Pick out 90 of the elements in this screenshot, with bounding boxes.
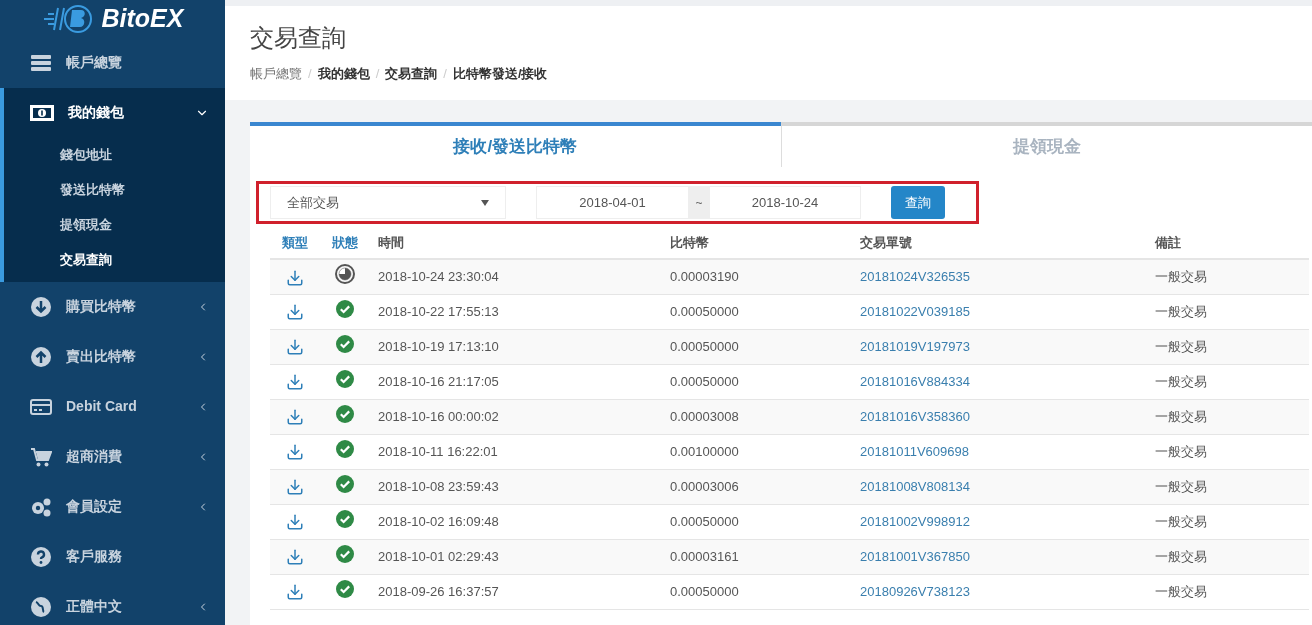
sidebar-item[interactable]: 賣出比特幣 xyxy=(4,331,225,382)
breadcrumb-link[interactable]: 交易查詢 xyxy=(385,64,438,84)
transaction-link[interactable]: 20181008V808134 xyxy=(860,478,970,494)
table-cell: 0.00050000 xyxy=(670,294,860,329)
download-icon xyxy=(286,303,304,322)
transaction-link[interactable]: 20181019V197973 xyxy=(860,338,970,354)
transaction-link[interactable]: 20181016V884334 xyxy=(860,373,970,389)
breadcrumb-link[interactable]: 我的錢包 xyxy=(317,64,370,84)
table-cell: 0.00050000 xyxy=(670,504,860,539)
column-header: 時間 xyxy=(370,228,670,259)
page-title: 交易查詢 xyxy=(250,26,347,50)
table-cell: 0.00050000 xyxy=(670,364,860,399)
breadcrumb-link[interactable]: 帳戶總覽 xyxy=(250,64,302,84)
sidebar-item[interactable]: 會員設定 xyxy=(4,481,225,532)
submenu-item[interactable]: 提領現金 xyxy=(4,207,225,243)
download-icon xyxy=(286,583,304,602)
table-cell: 0.00003006 xyxy=(670,469,860,504)
column-header: 類型 xyxy=(270,228,320,259)
transaction-link[interactable]: 20181022V039185 xyxy=(860,303,970,319)
start-date-field[interactable]: 2018-04-01 xyxy=(536,186,689,219)
table-cell: 一般交易 xyxy=(1155,259,1309,294)
breadcrumb-separator: / xyxy=(442,65,448,83)
submenu-item[interactable]: 交易查詢 xyxy=(4,242,225,278)
column-header: 備註 xyxy=(1155,228,1309,259)
table-cell: 一般交易 xyxy=(1155,504,1309,539)
column-header: 比特幣 xyxy=(670,228,860,259)
search-button[interactable]: 查詢 xyxy=(891,186,945,219)
submenu-item[interactable]: 發送比特幣 xyxy=(4,172,225,208)
transaction-link[interactable]: 20181002V998912 xyxy=(860,513,970,529)
sidebar-item[interactable]: 超商消費 xyxy=(4,431,225,482)
help-icon xyxy=(30,545,52,568)
table-cell: 0.00050000 xyxy=(670,329,860,364)
table-cell: 2018-10-16 21:17:05 xyxy=(370,364,670,399)
table-cell: 一般交易 xyxy=(1155,329,1309,364)
table-cell: 一般交易 xyxy=(1155,434,1309,469)
arrow-up-circle-icon xyxy=(30,345,52,368)
table-cell: 一般交易 xyxy=(1155,539,1309,574)
table-cell: 一般交易 xyxy=(1155,469,1309,504)
breadcrumb-link[interactable]: 比特幣發送/接收 xyxy=(452,64,548,84)
table-cell: 2018-10-11 16:22:01 xyxy=(370,434,670,469)
sidebar-item[interactable]: Debit Card xyxy=(4,381,225,432)
table-cell: 2018-10-16 00:00:02 xyxy=(370,399,670,434)
logo-text: BitoEX xyxy=(101,3,184,34)
banknote-icon xyxy=(30,104,54,121)
transaction-link[interactable]: 20181024V326535 xyxy=(860,269,970,284)
breadcrumb-separator: / xyxy=(374,65,381,83)
table-cell: 0.00050000 xyxy=(670,574,860,609)
table-cell: 一般交易 xyxy=(1155,294,1309,329)
table-cell: 0.00100000 xyxy=(670,434,860,469)
table-cell: 2018-10-02 16:09:48 xyxy=(370,504,670,539)
sidebar-item[interactable]: 帳戶總覽 xyxy=(4,37,225,88)
breadcrumb-separator: / xyxy=(307,65,313,83)
table-cell: 一般交易 xyxy=(1155,399,1309,434)
dropdown-triangle-icon xyxy=(481,199,489,206)
arrow-down-circle-icon xyxy=(30,295,52,318)
end-date-field[interactable]: 2018-10-24 xyxy=(709,186,861,219)
transaction-link[interactable]: 20181016V358360 xyxy=(860,408,970,424)
table-cell: 一般交易 xyxy=(1155,574,1309,609)
table-cell: 2018-10-24 23:30:04 xyxy=(370,259,670,294)
download-icon xyxy=(286,443,304,462)
sidebar-item[interactable]: 購買比特幣 xyxy=(4,281,225,332)
table-cell: 0.00003008 xyxy=(670,399,860,434)
table-cell: 2018-10-19 17:13:10 xyxy=(370,329,670,364)
download-icon xyxy=(286,268,304,287)
download-icon xyxy=(286,548,304,567)
sidebar-item[interactable]: 正體中文 xyxy=(4,581,225,625)
download-icon xyxy=(286,478,304,497)
table-cell: 一般交易 xyxy=(1155,364,1309,399)
sidebar-item[interactable]: 客戶服務 xyxy=(4,531,225,582)
column-header: 交易單號 xyxy=(860,228,1155,259)
cart-icon xyxy=(30,445,52,468)
download-icon xyxy=(286,513,304,532)
sidebar-item[interactable]: 我的錢包 xyxy=(4,87,225,138)
date-separator: ~ xyxy=(689,186,709,219)
table-cell: 2018-09-26 16:37:57 xyxy=(370,574,670,609)
table-cell: 2018-10-01 02:29:43 xyxy=(370,539,670,574)
column-header: 狀態 xyxy=(320,228,370,259)
transaction-type-select[interactable]: 全部交易 xyxy=(270,186,506,219)
submenu-item[interactable]: 錢包地址 xyxy=(4,137,225,173)
table-cell: 0.00003190 xyxy=(670,259,860,294)
transaction-link[interactable]: 20180926V738123 xyxy=(860,583,970,599)
transaction-link[interactable]: 20181011V609698 xyxy=(860,443,969,459)
table-cell: 2018-10-22 17:55:13 xyxy=(370,294,670,329)
download-icon xyxy=(286,373,304,392)
download-icon xyxy=(286,338,304,357)
tab[interactable]: 接收/發送比特幣 xyxy=(250,122,781,167)
download-icon xyxy=(286,408,304,427)
transaction-link[interactable]: 20181001V367850 xyxy=(860,548,970,564)
table-cell: 2018-10-08 23:59:43 xyxy=(370,469,670,504)
table-cell: 0.00003161 xyxy=(670,539,860,574)
